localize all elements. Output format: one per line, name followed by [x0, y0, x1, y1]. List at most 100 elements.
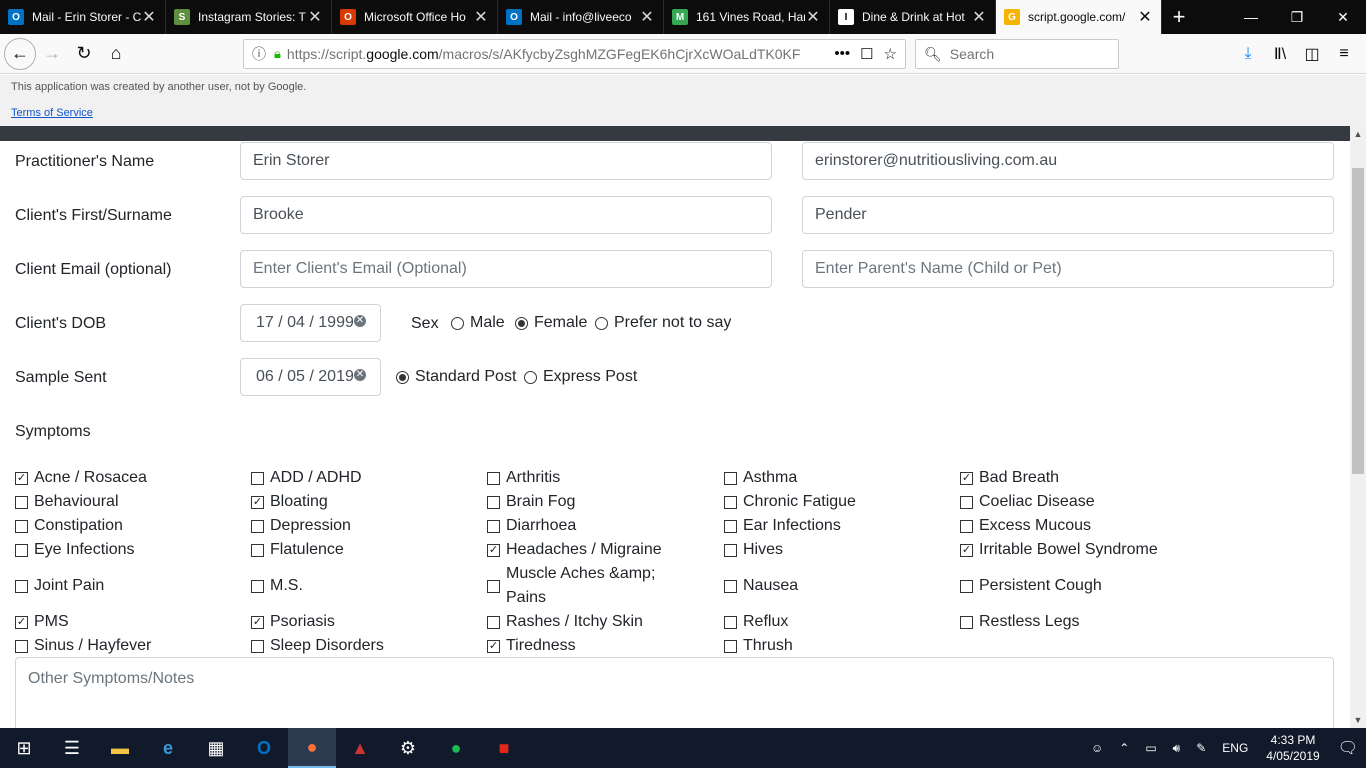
symptom-checkbox[interactable]: Brain Fog: [487, 490, 712, 514]
symptom-checkbox[interactable]: Excess Mucous: [960, 514, 1185, 538]
radio-circle[interactable]: [595, 316, 608, 330]
checkbox[interactable]: ✓: [487, 639, 500, 653]
checkbox[interactable]: [15, 639, 28, 653]
sex-radio-male[interactable]: Male: [451, 314, 505, 332]
close-tab-icon[interactable]: ✕: [971, 7, 987, 27]
symptom-checkbox[interactable]: Flatulence: [251, 538, 476, 562]
scroll-up-icon[interactable]: ▲: [1350, 126, 1366, 142]
close-tab-icon[interactable]: ✕: [473, 7, 489, 27]
volume-icon[interactable]: 🔊︎: [1165, 741, 1189, 756]
browser-tab[interactable]: O Microsoft Office Ho ✕: [332, 0, 498, 34]
checkbox[interactable]: ✓: [251, 615, 264, 629]
store-icon[interactable]: ▦: [192, 728, 240, 768]
settings-gear-icon[interactable]: ⚙: [384, 728, 432, 768]
spotify-icon[interactable]: ●: [432, 728, 480, 768]
symptom-checkbox[interactable]: ✓ Tiredness: [487, 634, 712, 658]
checkbox[interactable]: ✓: [487, 543, 500, 557]
symptom-checkbox[interactable]: ✓ Headaches / Migraine: [487, 538, 712, 562]
checkbox[interactable]: [960, 579, 973, 593]
scrollbar-thumb[interactable]: [1352, 168, 1364, 474]
people-icon[interactable]: ☺: [1083, 741, 1111, 755]
checkbox[interactable]: [15, 495, 28, 509]
symptom-checkbox[interactable]: Rashes / Itchy Skin: [487, 610, 712, 634]
symptom-checkbox[interactable]: Diarrhoea: [487, 514, 712, 538]
checkbox[interactable]: [724, 471, 737, 485]
symptom-checkbox[interactable]: ✓ PMS: [15, 610, 240, 634]
symptom-checkbox[interactable]: Behavioural: [15, 490, 240, 514]
symptom-checkbox[interactable]: Sleep Disorders: [251, 634, 476, 658]
windows-start-icon[interactable]: ⊞: [0, 728, 48, 768]
symptom-checkbox[interactable]: Coeliac Disease: [960, 490, 1185, 514]
symptom-checkbox[interactable]: Chronic Fatigue: [724, 490, 949, 514]
task-view-icon[interactable]: ☰: [48, 728, 96, 768]
checkbox[interactable]: [724, 615, 737, 629]
restore-button[interactable]: ❐: [1274, 0, 1320, 34]
checkbox[interactable]: [487, 471, 500, 485]
info-icon[interactable]: ⓘ: [252, 44, 266, 64]
forward-button[interactable]: →: [36, 38, 68, 70]
checkbox[interactable]: ✓: [15, 615, 28, 629]
browser-tab[interactable]: O Mail - info@liveeco ✕: [498, 0, 664, 34]
radio-circle[interactable]: [515, 316, 528, 330]
browser-tab[interactable]: M 161 Vines Road, Har ✕: [664, 0, 830, 34]
close-tab-icon[interactable]: ✕: [141, 7, 157, 27]
symptom-checkbox[interactable]: Sinus / Hayfever: [15, 634, 240, 658]
checkbox[interactable]: [724, 579, 737, 593]
new-tab-button[interactable]: +: [1162, 0, 1196, 34]
checkbox[interactable]: ✓: [251, 495, 264, 509]
checkbox[interactable]: [251, 543, 264, 557]
post-radio-standard[interactable]: Standard Post: [396, 368, 516, 386]
symptom-checkbox[interactable]: Asthma: [724, 466, 949, 490]
search-box[interactable]: 🔍︎ Search: [915, 39, 1119, 69]
back-button[interactable]: ←: [4, 37, 36, 70]
close-tab-icon[interactable]: ✕: [1137, 7, 1153, 27]
browser-tab[interactable]: I Dine & Drink at Hot ✕: [830, 0, 996, 34]
sidebar-icon[interactable]: ◫: [1296, 38, 1328, 70]
client-email-input[interactable]: Enter Client's Email (Optional): [240, 250, 772, 288]
parent-name-input[interactable]: Enter Parent's Name (Child or Pet): [802, 250, 1334, 288]
page-scrollbar[interactable]: ▲ ▼: [1350, 126, 1366, 728]
checkbox[interactable]: [960, 519, 973, 533]
checkbox[interactable]: [15, 579, 28, 593]
close-tab-icon[interactable]: ✕: [307, 7, 323, 27]
symptom-checkbox[interactable]: ✓ Irritable Bowel Syndrome: [960, 538, 1185, 562]
checkbox[interactable]: [487, 495, 500, 509]
checkbox[interactable]: [15, 519, 28, 533]
menu-icon[interactable]: ≡: [1328, 38, 1360, 70]
download-icon[interactable]: ⤓: [1232, 38, 1264, 70]
checkbox[interactable]: [251, 639, 264, 653]
page-actions-icon[interactable]: •••: [834, 45, 850, 63]
symptom-checkbox[interactable]: Restless Legs: [960, 610, 1185, 634]
symptom-checkbox[interactable]: ✓ Bad Breath: [960, 466, 1185, 490]
symptom-checkbox[interactable]: Constipation: [15, 514, 240, 538]
checkbox[interactable]: [251, 471, 264, 485]
practitioner-email-input[interactable]: erinstorer@nutritiousliving.com.au: [802, 142, 1334, 180]
scroll-down-icon[interactable]: ▼: [1350, 712, 1366, 728]
sample-date-input[interactable]: 06 / 05 / 2019 ✕: [240, 358, 381, 396]
home-button[interactable]: ⌂: [100, 38, 132, 70]
symptom-checkbox[interactable]: ✓ Psoriasis: [251, 610, 476, 634]
outlook-icon[interactable]: O: [240, 728, 288, 768]
address-bar[interactable]: ⓘ 🔒︎ https://script.google.com/macros/s/…: [243, 39, 906, 69]
clear-date-icon[interactable]: ✕: [354, 369, 366, 381]
pen-icon[interactable]: ✎: [1188, 741, 1214, 755]
clear-date-icon[interactable]: ✕: [354, 315, 366, 327]
checkbox[interactable]: [487, 519, 500, 533]
post-radio-express[interactable]: Express Post: [524, 368, 637, 386]
sex-radio-prefer-not[interactable]: Prefer not to say: [595, 314, 731, 332]
checkbox[interactable]: [960, 615, 973, 629]
symptom-checkbox[interactable]: Muscle Aches &amp; Pains: [487, 562, 712, 610]
checkbox[interactable]: ✓: [960, 471, 973, 485]
pocket-icon[interactable]: ☐: [860, 45, 873, 63]
radio-circle[interactable]: [451, 316, 464, 330]
checkbox[interactable]: [251, 519, 264, 533]
symptom-checkbox[interactable]: Reflux: [724, 610, 949, 634]
minimize-button[interactable]: —: [1228, 0, 1274, 34]
sex-radio-female[interactable]: Female: [515, 314, 587, 332]
symptom-checkbox[interactable]: Ear Infections: [724, 514, 949, 538]
symptom-checkbox[interactable]: Nausea: [724, 574, 949, 598]
checkbox[interactable]: ✓: [960, 543, 973, 557]
practitioner-name-input[interactable]: Erin Storer: [240, 142, 772, 180]
checkbox[interactable]: [487, 615, 500, 629]
chevron-up-icon[interactable]: ⌃: [1111, 741, 1137, 755]
